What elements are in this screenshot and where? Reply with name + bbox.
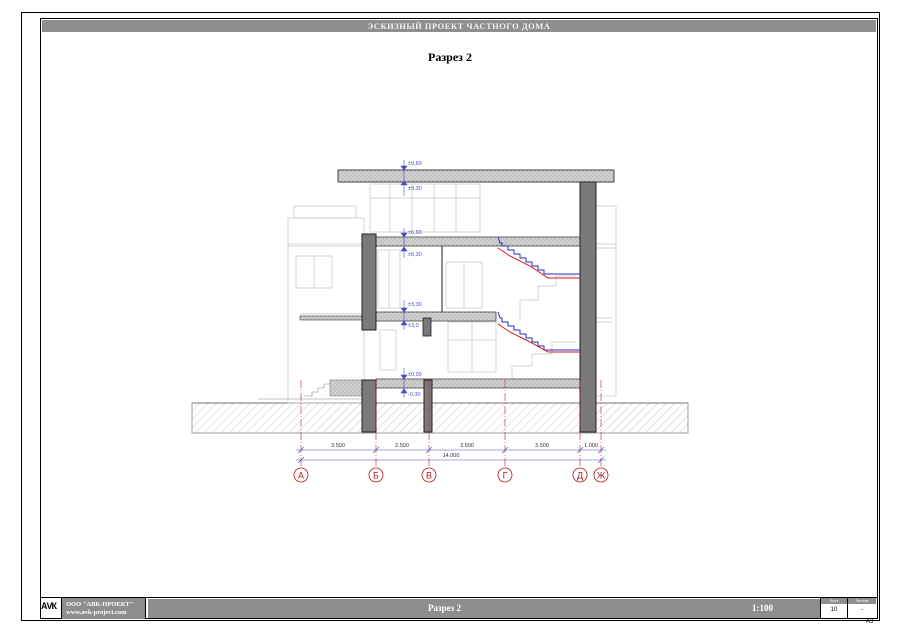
axis-b: Б [373, 471, 379, 481]
dim-v-g: 3.500 [460, 443, 474, 449]
dim-total: 14.000 [443, 453, 460, 459]
paper-format: А3 [866, 619, 874, 625]
dim-g-d: 3.500 [535, 443, 549, 449]
wall-axis-b-upper [361, 233, 377, 331]
background-facade [287, 183, 617, 404]
slab-level-6 [375, 236, 581, 247]
company-website: www.avk-project.com [66, 609, 127, 616]
slab-level-0 [375, 378, 581, 389]
sheet-number: 10 [830, 607, 838, 613]
axis-a: А [298, 471, 304, 481]
company-logo: АVК [40, 598, 62, 619]
title-block: АVК ООО "АВК-ПРОЕКТ" www.avk-project.com… [40, 597, 878, 619]
axis-d: Д [577, 471, 583, 481]
company-name: ООО "АВК-ПРОЕКТ" [66, 601, 134, 608]
axis-labels: А Б В Г Д Ж [298, 471, 606, 481]
company-info: ООО "АВК-ПРОЕКТ" www.avk-project.com [62, 598, 146, 619]
elev-3-0: ±3,0 [408, 323, 419, 329]
elev-0-00: ±0,00 [408, 372, 422, 378]
axis-g: Г [503, 471, 508, 481]
sheet-scale: 1:100 [752, 603, 773, 613]
axis-v: В [426, 471, 432, 481]
wall-axis-d [579, 181, 597, 433]
elev-3-30: ±3,30 [408, 302, 422, 308]
wall-axis-v-foundation [423, 379, 433, 433]
elevation-labels: ±9,60 ±9,30 ±6,60 ±6,30 ±3,30 ±3,0 ±0,00… [408, 161, 422, 398]
elev-6-30: ±6,30 [408, 252, 422, 258]
stair-lower [497, 311, 580, 353]
sheets-total-cell: Листов - [847, 598, 876, 619]
slab-level-3 [375, 311, 497, 322]
section-drawing: ±9,60 ±9,30 ±6,60 ±6,30 ±3,30 ±3,0 ±0,00… [191, 160, 689, 483]
elev-minus-0-30: -0,30 [408, 392, 421, 398]
elev-9-60: ±9,60 [408, 161, 422, 167]
sheet-name: Разрез 2 [428, 603, 461, 613]
elevation-marks [400, 160, 408, 398]
roof-slab [337, 169, 615, 183]
elev-6-60: ±6,60 [408, 230, 422, 236]
sheet-name-band: Разрез 2 1:100 [148, 599, 820, 618]
beam-axis-v [422, 317, 432, 337]
axis-bubbles [293, 467, 609, 483]
sheets-total: - [861, 607, 863, 613]
sheet-number-cell: Лист 10 [820, 598, 847, 619]
dim-b-v: 2.500 [395, 443, 409, 449]
ground-fill [191, 402, 689, 434]
wall-axis-b-foundation [361, 379, 377, 433]
dimension-labels: 3.500 2.500 3.500 3.500 1.000 14.000 [331, 443, 598, 459]
drawing-sheet: ЭСКИЗНЫЙ ПРОЕКТ ЧАСТНОГО ДОМА Разрез 2 ±… [0, 0, 900, 637]
dim-a-b: 3.500 [331, 443, 345, 449]
dim-d-zh: 1.000 [584, 443, 598, 449]
elev-9-30: ±9,30 [408, 186, 422, 192]
axis-zh: Ж [597, 471, 606, 481]
